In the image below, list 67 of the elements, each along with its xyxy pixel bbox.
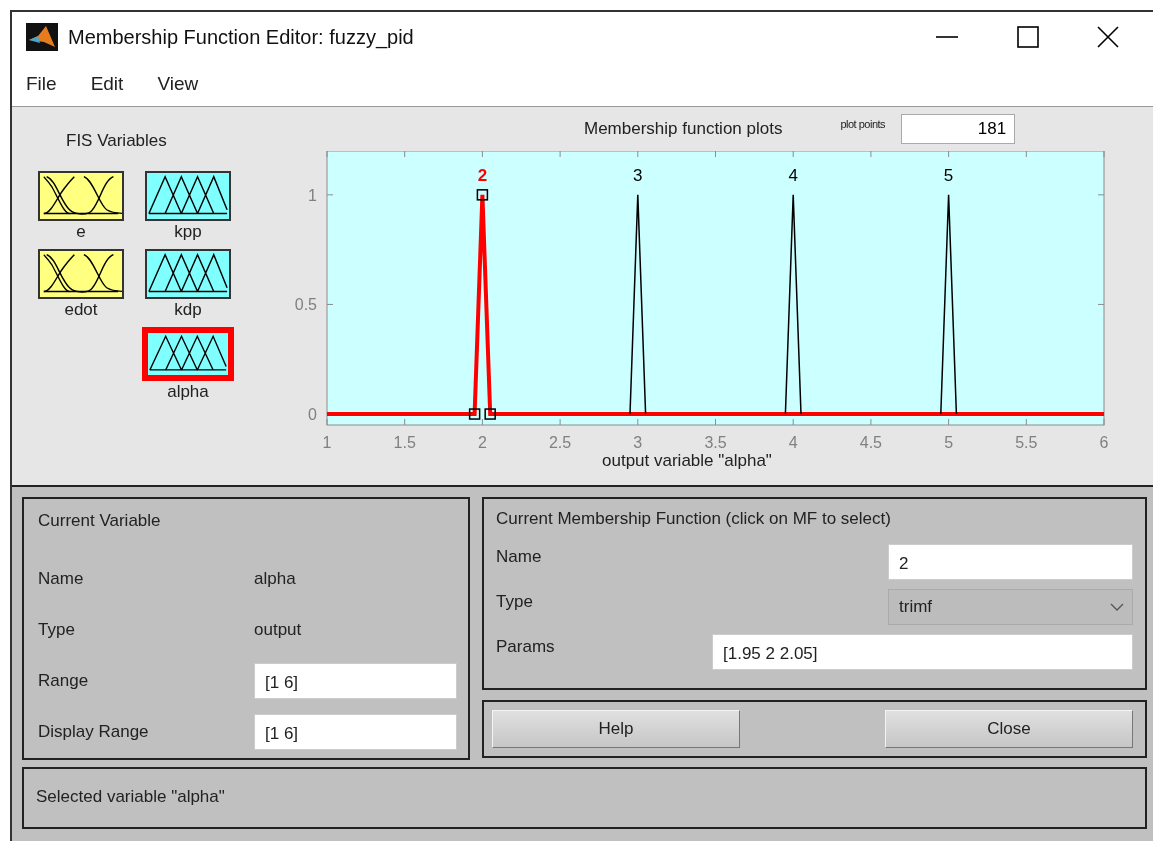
plot-points-field[interactable]: 181	[901, 114, 1016, 144]
variable-icon[interactable]	[145, 171, 231, 221]
variable-name: edot	[64, 299, 98, 321]
section-title: FIS Variables	[66, 131, 168, 151]
mf-label[interactable]: 4	[788, 165, 798, 185]
y-tick-label: 1	[308, 186, 317, 204]
vertex-handle[interactable]	[484, 408, 496, 420]
mf-name-field[interactable]: 2	[888, 543, 1133, 580]
x-axis-label: output variable "alpha"	[602, 451, 772, 471]
panel-title: Current Variable	[38, 511, 162, 531]
variable-name: kdp	[174, 299, 202, 321]
menu-item[interactable]: File	[26, 73, 57, 95]
field-label: Params	[496, 636, 556, 657]
y-tick-label: 0	[308, 406, 317, 424]
help-button[interactable]: Help	[492, 710, 740, 748]
x-tick-label: 3	[633, 434, 643, 451]
field-label: Type	[496, 591, 534, 612]
maximize-icon[interactable]	[1017, 26, 1039, 48]
field-label: Range	[38, 670, 90, 691]
variable-icon[interactable]	[38, 171, 124, 221]
x-tick-label: 5.5	[1015, 434, 1038, 451]
x-tick-label: 6	[1099, 434, 1109, 451]
field-label: Type	[38, 619, 76, 640]
x-tick-label: 1	[322, 434, 332, 451]
mf-type-dropdown[interactable]: trimf	[888, 588, 1133, 625]
x-tick-label: 4	[788, 434, 798, 451]
menu-item[interactable]: View	[157, 73, 199, 95]
field-label: Display Range	[38, 721, 150, 742]
y-tick-label: 0.5	[294, 296, 317, 314]
x-tick-label: 5	[944, 434, 954, 451]
plot-title: Membership function plots	[584, 119, 783, 139]
chevron-down-icon	[1110, 602, 1124, 611]
plot-area[interactable]	[326, 151, 1105, 426]
x-tick-label: 3.5	[704, 434, 727, 451]
x-tick-label: 4.5	[859, 434, 883, 451]
variable-icon[interactable]	[142, 327, 234, 381]
variable-name: e	[76, 221, 86, 243]
membership-curve[interactable]	[629, 194, 647, 415]
close-icon[interactable]	[1097, 26, 1119, 48]
app-icon	[26, 23, 58, 51]
panel-title: Current Membership Function (click on MF to select)	[496, 509, 892, 529]
mf-label[interactable]: 5	[943, 165, 954, 185]
vertex-handle[interactable]	[468, 408, 481, 420]
close-button[interactable]: Close	[885, 710, 1133, 748]
mf-label[interactable]: 2	[477, 165, 488, 185]
x-tick-label: 2	[477, 434, 487, 451]
variable-name-value: alpha	[254, 568, 296, 589]
menu-item[interactable]: Edit	[90, 73, 124, 95]
variable-name: kpp	[174, 221, 202, 243]
range-field[interactable]: [1 6]	[254, 662, 457, 699]
vertex-handle[interactable]	[476, 189, 489, 201]
variable-icon[interactable]	[145, 249, 231, 299]
membership-curve[interactable]	[940, 194, 958, 415]
mf-params-field[interactable]: [1.95 2 2.05]	[712, 633, 1133, 670]
variable-type-value: output	[254, 619, 302, 640]
x-tick-label: 2.5	[548, 434, 572, 451]
window-title: Membership Function Editor: fuzzy_pid	[68, 25, 414, 49]
variable-icon[interactable]	[38, 249, 124, 299]
mf-label[interactable]: 3	[633, 165, 643, 185]
display-range-field[interactable]: [1 6]	[254, 713, 457, 750]
field-label: Name	[496, 546, 543, 567]
field-label: Name	[38, 568, 85, 589]
plot-points-label: plot points	[840, 118, 886, 130]
variable-name: alpha	[167, 381, 209, 403]
membership-curve[interactable]	[784, 194, 802, 415]
status-text: Selected variable "alpha"	[36, 787, 225, 806]
x-tick-label: 1.5	[393, 434, 416, 451]
